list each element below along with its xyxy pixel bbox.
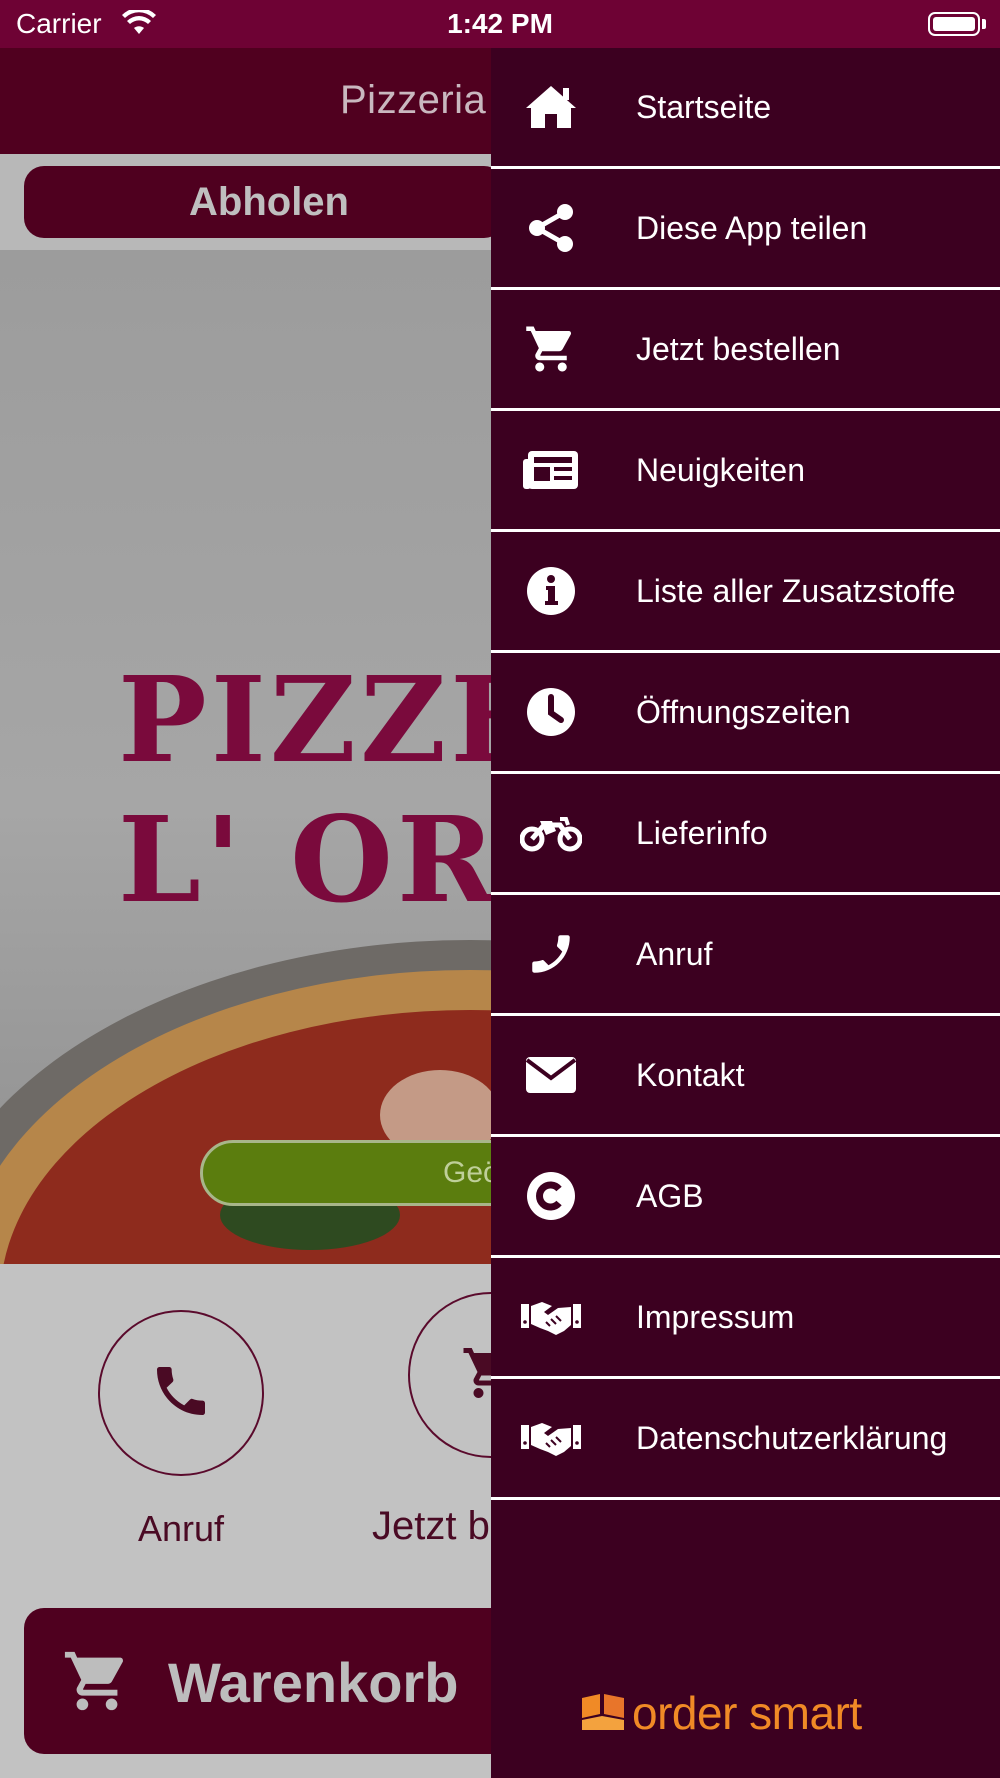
newspaper-icon <box>519 438 583 502</box>
drawer-item-delivery-info[interactable]: Lieferinfo <box>491 774 1000 895</box>
phone-icon <box>149 1359 213 1428</box>
motorcycle-icon <box>519 801 583 865</box>
navigation-drawer: Startseite Diese App teilen Jetzt bestel… <box>491 48 1000 1778</box>
drawer-item-label: Neuigkeiten <box>636 451 805 488</box>
phone-icon <box>519 922 583 986</box>
drawer-item-label: Kontakt <box>636 1056 745 1093</box>
pickup-button[interactable]: Abholen <box>24 166 504 238</box>
handshake-icon <box>519 1406 583 1470</box>
pickup-button-label: Abholen <box>189 179 349 224</box>
share-icon <box>519 196 583 260</box>
order-smart-logo-icon <box>580 1692 626 1737</box>
drawer-item-label: Datenschutzerklärung <box>636 1419 948 1456</box>
drawer-item-label: Jetzt bestellen <box>636 330 841 367</box>
drawer-item-additives[interactable]: Liste aller Zusatzstoffe <box>491 532 1000 653</box>
battery-icon <box>928 12 980 36</box>
clock-icon <box>519 680 583 744</box>
order-smart-logo: order smart <box>580 1687 900 1740</box>
envelope-icon <box>519 1043 583 1107</box>
drawer-item-label: Diese App teilen <box>636 209 868 246</box>
order-action-label: Jetzt b <box>372 1504 490 1548</box>
drawer-item-order[interactable]: Jetzt bestellen <box>491 290 1000 411</box>
battery-tip <box>982 19 986 29</box>
order-smart-logo-text: order smart <box>632 1687 862 1739</box>
drawer-item-label: Lieferinfo <box>636 814 768 851</box>
cart-icon <box>62 1646 132 1721</box>
call-action-label: Anruf <box>137 1508 225 1549</box>
drawer-item-share[interactable]: Diese App teilen <box>491 169 1000 290</box>
copyright-icon <box>519 1164 583 1228</box>
drawer-item-label: Anruf <box>636 935 713 972</box>
drawer-item-label: Startseite <box>636 88 772 125</box>
drawer-item-label: Liste aller Zusatzstoffe <box>636 572 956 609</box>
call-action-button[interactable] <box>98 1310 264 1476</box>
drawer-item-contact[interactable]: Kontakt <box>491 1016 1000 1137</box>
drawer-item-opening-hours[interactable]: Öffnungszeiten <box>491 653 1000 774</box>
clock-label: 1:42 PM <box>447 8 553 39</box>
drawer-item-label: Impressum <box>636 1298 795 1335</box>
handshake-icon <box>519 1285 583 1349</box>
home-icon <box>519 75 583 139</box>
drawer-item-home[interactable]: Startseite <box>491 48 1000 169</box>
drawer-item-news[interactable]: Neuigkeiten <box>491 411 1000 532</box>
status-bar: Carrier 1:42 PM <box>0 0 1000 48</box>
drawer-item-call[interactable]: Anruf <box>491 895 1000 1016</box>
drawer-item-terms[interactable]: AGB <box>491 1137 1000 1258</box>
drawer-item-imprint[interactable]: Impressum <box>491 1258 1000 1379</box>
cart-button-label: Warenkorb <box>168 1651 459 1714</box>
drawer-item-privacy[interactable]: Datenschutzerklärung <box>491 1379 1000 1500</box>
cart-icon <box>519 317 583 381</box>
drawer-item-label: AGB <box>636 1177 704 1214</box>
drawer-item-label: Öffnungszeiten <box>636 693 851 730</box>
info-icon <box>519 559 583 623</box>
